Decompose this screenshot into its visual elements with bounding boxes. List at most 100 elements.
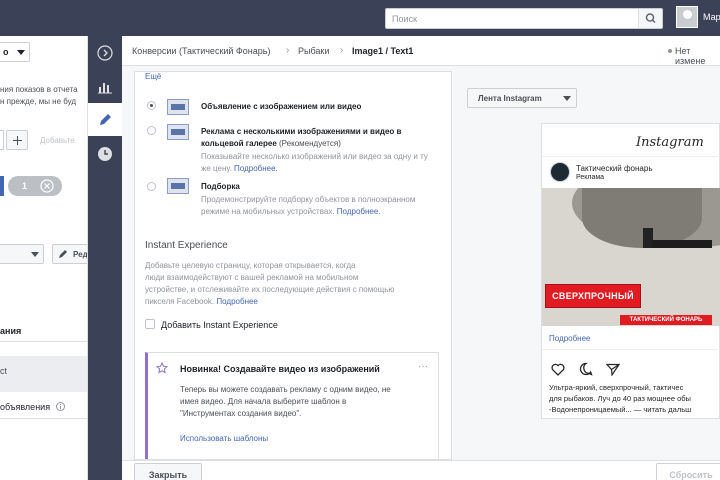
pencil-icon xyxy=(100,113,111,125)
left-blue-tab xyxy=(0,176,4,196)
instagram-logo: Instagram xyxy=(636,135,704,150)
ad-caption: Ультра-яркий, сверхпрочный, тактичес для… xyxy=(549,382,720,415)
close-button-label: Закрыть xyxy=(148,470,188,480)
campaign-editor-panel: о ния показов в отчета н прежде, мы не б… xyxy=(0,36,88,480)
description-line: устройстве, и отслеживайте их последующи… xyxy=(145,285,395,294)
learn-more-link[interactable]: Подробнее. xyxy=(337,207,381,216)
brand-tag-text: ТАКТИЧЕСКИЙ ФОНАРЬ xyxy=(629,317,703,323)
instant-experience-description: Добавьте целевую страницу, которая откры… xyxy=(145,260,445,308)
checkbox-label[interactable]: Добавить Instant Experience xyxy=(161,320,278,330)
action-dropdown-button[interactable] xyxy=(0,244,44,264)
format-radio[interactable] xyxy=(147,182,156,191)
format-description: Показывайте несколько изображений или ви… xyxy=(201,151,447,175)
learn-more-cta[interactable]: Подробнее xyxy=(549,334,591,343)
format-title: Реклама с несколькими изображениями и ви… xyxy=(201,126,441,150)
side-rail xyxy=(88,36,122,480)
info-icon[interactable] xyxy=(56,402,65,411)
no-changes-status: Нет измене xyxy=(675,46,706,66)
rail-collapse-button[interactable] xyxy=(88,36,122,69)
footer-bar: Закрыть Сбросить xyxy=(122,460,720,480)
search-placeholder: Поиск xyxy=(392,14,417,24)
table-header: ания xyxy=(0,318,87,342)
column-header: ания xyxy=(0,326,22,336)
reset-button-label: Сбросить xyxy=(669,470,713,480)
promo-description: Теперь вы можете создавать рекламу с одн… xyxy=(180,384,436,420)
table-row[interactable]: ct xyxy=(0,356,87,392)
top-navigation-bar: Поиск Мар xyxy=(0,0,720,36)
brand-avatar xyxy=(550,162,570,182)
search-button[interactable] xyxy=(638,9,662,28)
chevron-down-icon xyxy=(563,96,571,101)
selection-count: 1 xyxy=(22,181,28,191)
bar-chart-icon xyxy=(98,82,112,93)
ad-banner: СВЕРХПРОЧНЫЙ xyxy=(545,284,641,308)
description-line: режиме на мобильных устройствах. Подробн… xyxy=(201,207,381,216)
notice-text: ния показов в отчета н прежде, мы не буд xyxy=(0,84,78,108)
account-name: Тактический фонарь xyxy=(576,164,653,173)
more-link[interactable]: Ещё xyxy=(145,72,161,81)
chevron-right-icon xyxy=(97,44,113,61)
description-line: пикселя Facebook. Подробнее xyxy=(145,297,258,306)
comment-icon[interactable] xyxy=(579,362,593,376)
search-icon xyxy=(645,13,656,24)
placement-label: Лента Instagram xyxy=(478,94,542,103)
reset-button[interactable]: Сбросить xyxy=(656,463,720,480)
format-radio[interactable] xyxy=(147,101,156,110)
breadcrumb-separator-icon: › xyxy=(286,45,290,56)
ad-banner-text: СВЕРХПРОЧНЫЙ xyxy=(552,291,634,301)
format-description: Продемонстрируйте подборку объектов в по… xyxy=(201,194,447,218)
level-dropdown-label: о xyxy=(3,47,9,57)
edit-label: Ред xyxy=(73,250,88,259)
format-radio[interactable] xyxy=(147,126,156,135)
learn-more-link[interactable]: Подробнее. xyxy=(234,164,278,173)
breadcrumb: Конверсии (Тактический Фонарь) › Рыбаки … xyxy=(122,36,720,66)
instant-experience-checkbox[interactable] xyxy=(145,319,155,329)
star-icon xyxy=(156,362,168,374)
sponsored-label: Реклама xyxy=(576,174,605,181)
row-label: объявления xyxy=(0,402,51,412)
description-line: Добавьте целевую страницу, которая откры… xyxy=(145,261,356,270)
table-divider xyxy=(0,418,87,419)
add-label[interactable]: Добавьте xyxy=(40,136,75,145)
ad-image: СВЕРХПРОЧНЫЙ ТАКТИЧЕСКИЙ ФОНАРЬ xyxy=(542,188,720,326)
promo-card: Новинка! Создавайте видео из изображений… xyxy=(145,352,439,459)
chevron-down-icon xyxy=(17,50,25,55)
edit-button[interactable]: Ред xyxy=(52,244,88,264)
promo-title: Новинка! Создавайте видео из изображений xyxy=(180,364,380,374)
description-line: люди взаимодействуют с вашей рекламой на… xyxy=(145,273,359,282)
promo-more-button[interactable]: ··· xyxy=(418,361,428,372)
use-templates-link[interactable]: Использовать шаблоны xyxy=(180,434,268,443)
breadcrumb-ad: Image1 / Text1 xyxy=(352,46,414,56)
cta-bar[interactable]: Подробнее xyxy=(542,328,720,350)
rail-history-button[interactable] xyxy=(88,137,122,170)
learn-more-link[interactable]: Подробнее xyxy=(216,297,258,306)
placement-dropdown[interactable]: Лента Instagram xyxy=(467,88,577,108)
close-icon[interactable] xyxy=(40,179,54,193)
breadcrumb-adset[interactable]: Рыбаки xyxy=(298,46,329,56)
caption-line: Ультра-яркий, сверхпрочный, тактичес xyxy=(549,383,684,392)
description-line: же цену. Подробнее. xyxy=(201,164,278,173)
table-row[interactable]: объявления xyxy=(0,396,87,418)
status-dot-icon xyxy=(668,49,672,53)
format-title: Подборка xyxy=(201,182,240,191)
left-selector[interactable] xyxy=(0,130,4,150)
breadcrumb-campaign[interactable]: Конверсии (Тактический Фонарь) xyxy=(132,46,270,56)
close-button[interactable]: Закрыть xyxy=(134,463,202,480)
user-name[interactable]: Мар xyxy=(703,12,720,22)
share-icon[interactable] xyxy=(606,363,620,376)
search-input[interactable]: Поиск xyxy=(385,8,663,29)
avatar[interactable] xyxy=(676,6,698,28)
description-line: Продемонстрируйте подборку объектов в по… xyxy=(201,195,416,204)
single-image-icon xyxy=(167,99,189,115)
heart-icon[interactable] xyxy=(551,363,565,376)
rail-edit-button[interactable] xyxy=(88,103,122,136)
carousel-icon xyxy=(167,124,189,140)
caption-line: для рыбаков. Луч до 40 раз мощнее обы xyxy=(549,394,691,403)
add-button[interactable] xyxy=(6,130,28,150)
breadcrumb-separator-icon: › xyxy=(340,45,344,56)
level-dropdown[interactable]: о xyxy=(0,42,30,62)
rail-reports-button[interactable] xyxy=(88,70,122,103)
selection-pill[interactable]: 1 xyxy=(8,176,62,196)
instagram-preview-card: Instagram Тактический фонарь Реклама СВЕ… xyxy=(541,123,720,419)
description-line: Показывайте несколько изображений или ви… xyxy=(201,152,428,161)
